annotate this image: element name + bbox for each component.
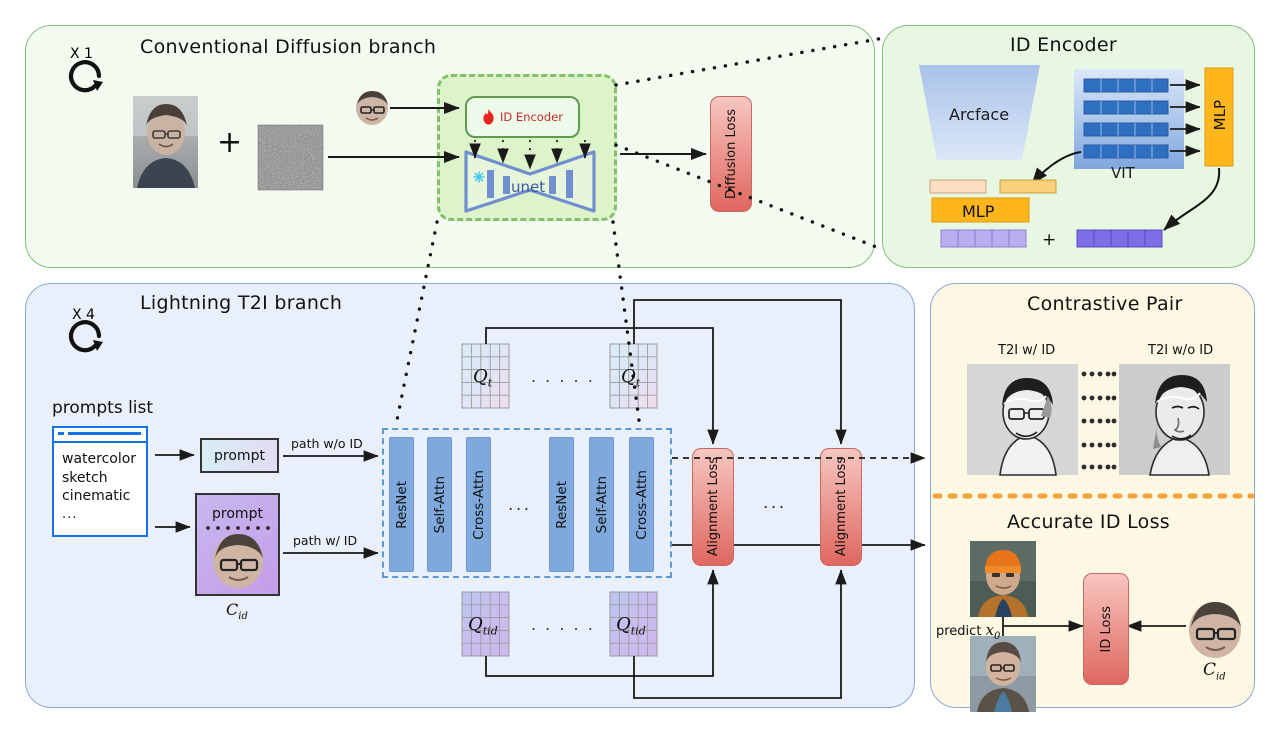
id-loss-box[interactable]: ID Loss (1083, 573, 1129, 685)
path-with-id-label: path w/ ID (293, 533, 358, 548)
prompt-box-with-id-label: prompt (212, 506, 263, 522)
diffusion-loss-label: Diffusion Loss (723, 108, 739, 200)
unet-label: unet (511, 178, 546, 196)
path-without-id-label: path w/o ID (291, 436, 363, 451)
q-t-left-label: Qt (473, 366, 493, 390)
panel-title-t2i: Lightning T2I branch (140, 292, 343, 314)
block-resnet-1[interactable]: ResNet (389, 437, 414, 572)
c-id-label-accurate: Cid (1203, 660, 1226, 683)
flame-icon (483, 109, 494, 125)
prompt-item[interactable]: watercolor (62, 450, 146, 469)
panel-title-diffusion: Conventional Diffusion branch (140, 36, 437, 58)
plus-sign-diffusion: + (217, 125, 243, 160)
q-bottom-ellipsis: . . . . . (531, 615, 595, 634)
alignment-loss-box-left[interactable]: Alignment Loss (692, 448, 734, 566)
alignment-loss-left-label: Alignment Loss (705, 457, 721, 557)
panel-title-accurate-id: Accurate ID Loss (1007, 511, 1170, 533)
mlp-left-label: MLP (962, 202, 995, 221)
id-encoder-box[interactable]: ID Encoder (465, 96, 580, 138)
block-self-attn-1[interactable]: Self-Attn (427, 437, 452, 572)
prompt-box-plain[interactable]: prompt (200, 438, 279, 473)
diffusion-loss-box[interactable]: Diffusion Loss (710, 96, 752, 212)
arcface-label: Arcface (949, 105, 1010, 124)
vit-label: VIT (1111, 164, 1135, 182)
panel-title-contrastive: Contrastive Pair (1027, 293, 1183, 315)
blocks-ellipsis: ... (508, 495, 532, 515)
q-t-right-label: Qt (621, 366, 641, 390)
alignment-loss-right-label: Alignment Loss (833, 457, 849, 557)
id-encoder-box-label: ID Encoder (500, 110, 563, 124)
prompts-list-items: watercolor sketch cinematic ... (54, 443, 146, 523)
prompts-list-titlebar (54, 428, 146, 443)
prompt-item[interactable]: cinematic (62, 487, 146, 506)
q-tid-left-label: Qtid (468, 614, 498, 638)
c-id-label-prompt: Cid (226, 600, 248, 623)
prompt-item[interactable]: sketch (62, 469, 146, 488)
diagram-root: Conventional Diffusion branch X 1 + ID E… (0, 0, 1280, 733)
predict-x0-label: predict x0 (936, 621, 1001, 642)
contrastive-left-label: T2I w/ ID (998, 343, 1056, 358)
repeat-count-t2i: X 4 (72, 307, 95, 323)
panel-title-id-encoder: ID Encoder (1010, 34, 1117, 56)
block-resnet-2[interactable]: ResNet (549, 437, 574, 572)
block-cross-attn-1[interactable]: Cross-Attn (466, 437, 491, 572)
q-top-ellipsis: . . . . . (531, 367, 595, 386)
q-tid-right-label: Qtid (616, 614, 646, 638)
panel-id-encoder (882, 25, 1255, 268)
prompt-item[interactable]: ... (62, 506, 146, 523)
id-loss-label: ID Loss (1098, 605, 1114, 653)
block-cross-attn-2[interactable]: Cross-Attn (629, 437, 654, 572)
prompt-box-with-id[interactable]: prompt (195, 493, 280, 596)
plus-sign-id-encoder: + (1042, 230, 1057, 250)
prompts-list-window[interactable]: watercolor sketch cinematic ... (52, 426, 148, 537)
alignment-loss-box-right[interactable]: Alignment Loss (820, 448, 862, 566)
block-self-attn-2[interactable]: Self-Attn (589, 437, 614, 572)
mlp-right-label: MLP (1211, 100, 1229, 131)
alignment-loss-ellipsis: ... (763, 493, 787, 513)
prompts-list-title: prompts list (52, 398, 154, 418)
repeat-count-diffusion: X 1 (70, 46, 93, 62)
prompt-box-plain-label: prompt (214, 447, 265, 464)
contrastive-right-label: T2I w/o ID (1148, 343, 1214, 358)
